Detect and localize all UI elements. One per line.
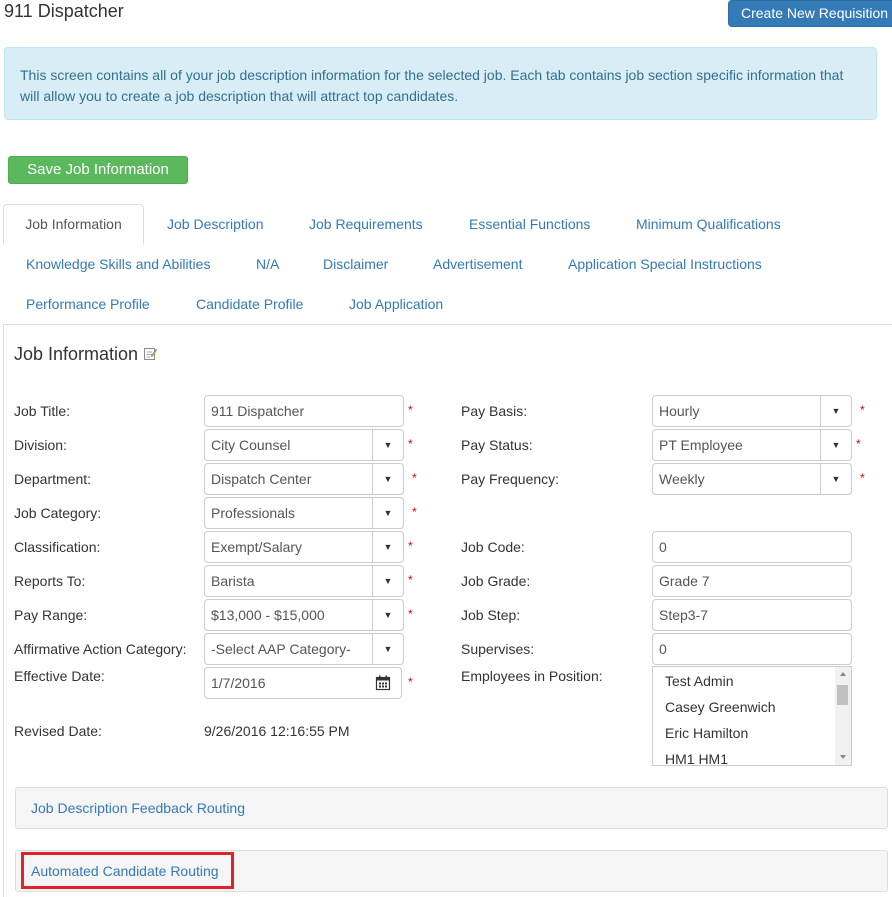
job-grade-input[interactable]: Grade 7 bbox=[652, 565, 852, 597]
calendar-icon bbox=[375, 675, 391, 691]
pay-basis-label: Pay Basis: bbox=[461, 403, 528, 419]
list-item[interactable]: HM1 HM1 bbox=[665, 750, 728, 765]
revised-date-value: 9/26/2016 12:16:55 PM bbox=[204, 723, 350, 739]
aap-category-label: Affirmative Action Category: bbox=[14, 641, 187, 657]
list-item[interactable]: Eric Hamilton bbox=[665, 724, 748, 742]
required-marker: * bbox=[860, 471, 865, 485]
chevron-down-icon: ▼ bbox=[820, 464, 851, 494]
pay-frequency-label: Pay Frequency: bbox=[461, 471, 560, 487]
job-category-value: Professionals bbox=[211, 505, 296, 521]
division-select[interactable]: City Counsel ▼ bbox=[204, 429, 404, 461]
job-step-input[interactable]: Step3-7 bbox=[652, 599, 852, 631]
department-value: Dispatch Center bbox=[211, 471, 312, 487]
list-item[interactable]: Test Admin bbox=[665, 672, 733, 690]
required-marker: * bbox=[408, 573, 413, 587]
tab-job-description[interactable]: Job Description bbox=[167, 214, 264, 234]
pay-frequency-select[interactable]: Weekly ▼ bbox=[652, 463, 852, 495]
chevron-down-icon: ▼ bbox=[372, 464, 403, 494]
create-requisition-button[interactable]: Create New Requisition bbox=[728, 0, 892, 27]
employees-listbox[interactable]: Test Admin Casey Greenwich Eric Hamilton… bbox=[652, 666, 852, 766]
reports-to-select[interactable]: Barista ▼ bbox=[204, 565, 404, 597]
required-marker: * bbox=[408, 437, 413, 451]
job-grade-label: Job Grade: bbox=[461, 573, 531, 589]
required-marker: * bbox=[408, 539, 413, 553]
chevron-down-icon: ▼ bbox=[372, 430, 403, 460]
job-step-label: Job Step: bbox=[461, 607, 521, 623]
chevron-down-icon: ▼ bbox=[372, 566, 403, 596]
pay-range-label: Pay Range: bbox=[14, 607, 88, 623]
classification-select[interactable]: Exempt/Salary ▼ bbox=[204, 531, 404, 563]
chevron-down-icon: ▼ bbox=[372, 498, 403, 528]
job-title-label: Job Title: bbox=[14, 403, 71, 419]
division-label: Division: bbox=[14, 437, 67, 453]
required-marker: * bbox=[856, 437, 861, 451]
tab-candidate-profile[interactable]: Candidate Profile bbox=[196, 294, 303, 314]
save-job-information-button[interactable]: Save Job Information bbox=[8, 156, 188, 184]
tab-advertisement[interactable]: Advertisement bbox=[433, 254, 522, 274]
required-marker: * bbox=[412, 505, 417, 519]
calendar-button[interactable] bbox=[366, 667, 402, 699]
tab-performance-profile[interactable]: Performance Profile bbox=[26, 294, 150, 314]
tab-job-information[interactable]: Job Information bbox=[3, 204, 144, 245]
highlight-annotation bbox=[21, 852, 234, 889]
employees-in-position-label: Employees in Position: bbox=[461, 668, 603, 684]
tab-job-requirements[interactable]: Job Requirements bbox=[309, 214, 423, 234]
aap-category-select[interactable]: -Select AAP Category- ▼ bbox=[204, 633, 404, 665]
chevron-down-icon: ▼ bbox=[372, 634, 403, 664]
scrollbar[interactable] bbox=[835, 667, 851, 765]
supervises-input[interactable]: 0 bbox=[652, 633, 852, 665]
required-marker: * bbox=[408, 607, 413, 621]
tab-application-special-instructions[interactable]: Application Special Instructions bbox=[568, 254, 762, 274]
pay-range-select[interactable]: $13,000 - $15,000 ▼ bbox=[204, 599, 404, 631]
tab-minimum-qualifications[interactable]: Minimum Qualifications bbox=[636, 214, 781, 234]
pay-basis-value: Hourly bbox=[659, 403, 700, 419]
info-alert: This screen contains all of your job des… bbox=[4, 47, 877, 120]
job-category-select[interactable]: Professionals ▼ bbox=[204, 497, 404, 529]
required-marker: * bbox=[408, 675, 413, 689]
aap-category-value: -Select AAP Category- bbox=[211, 641, 351, 657]
edit-note-icon[interactable] bbox=[144, 347, 157, 360]
department-select[interactable]: Dispatch Center ▼ bbox=[204, 463, 404, 495]
department-label: Department: bbox=[14, 471, 92, 487]
list-item[interactable]: Casey Greenwich bbox=[665, 698, 776, 716]
tab-na[interactable]: N/A bbox=[256, 254, 279, 274]
pay-status-label: Pay Status: bbox=[461, 437, 533, 453]
job-category-label: Job Category: bbox=[14, 505, 102, 521]
classification-label: Classification: bbox=[14, 539, 101, 555]
required-marker: * bbox=[412, 471, 417, 485]
tab-essential-functions[interactable]: Essential Functions bbox=[469, 214, 590, 234]
reports-to-label: Reports To: bbox=[14, 573, 86, 589]
revised-date-label: Revised Date: bbox=[14, 723, 102, 739]
chevron-down-icon: ▼ bbox=[820, 396, 851, 426]
effective-date-label: Effective Date: bbox=[14, 668, 105, 684]
scroll-thumb[interactable] bbox=[837, 685, 848, 705]
tab-knowledge-skills-abilities[interactable]: Knowledge Skills and Abilities bbox=[26, 254, 210, 274]
job-code-label: Job Code: bbox=[461, 539, 525, 555]
job-code-input[interactable]: 0 bbox=[652, 531, 852, 563]
chevron-down-icon: ▼ bbox=[372, 532, 403, 562]
pay-frequency-value: Weekly bbox=[659, 471, 705, 487]
tab-disclaimer[interactable]: Disclaimer bbox=[323, 254, 388, 274]
pay-status-select[interactable]: PT Employee ▼ bbox=[652, 429, 852, 461]
page-title: 911 Dispatcher bbox=[4, 1, 124, 21]
pay-basis-select[interactable]: Hourly ▼ bbox=[652, 395, 852, 427]
scroll-down-icon[interactable] bbox=[835, 752, 851, 762]
required-marker: * bbox=[860, 403, 865, 417]
supervises-label: Supervises: bbox=[461, 641, 535, 657]
chevron-down-icon: ▼ bbox=[820, 430, 851, 460]
classification-value: Exempt/Salary bbox=[211, 539, 303, 555]
pay-range-value: $13,000 - $15,000 bbox=[211, 607, 325, 623]
job-title-input[interactable]: 911 Dispatcher bbox=[204, 395, 404, 427]
section-title: Job Information bbox=[14, 344, 139, 364]
pay-status-value: PT Employee bbox=[659, 437, 743, 453]
reports-to-value: Barista bbox=[211, 573, 255, 589]
chevron-down-icon: ▼ bbox=[372, 600, 403, 630]
division-value: City Counsel bbox=[211, 437, 291, 453]
effective-date-input[interactable]: 1/7/2016 bbox=[204, 667, 367, 699]
required-marker: * bbox=[408, 403, 413, 417]
scroll-up-icon[interactable] bbox=[835, 669, 851, 679]
feedback-routing-link[interactable]: Job Description Feedback Routing bbox=[31, 799, 245, 817]
tab-job-application[interactable]: Job Application bbox=[349, 294, 443, 314]
